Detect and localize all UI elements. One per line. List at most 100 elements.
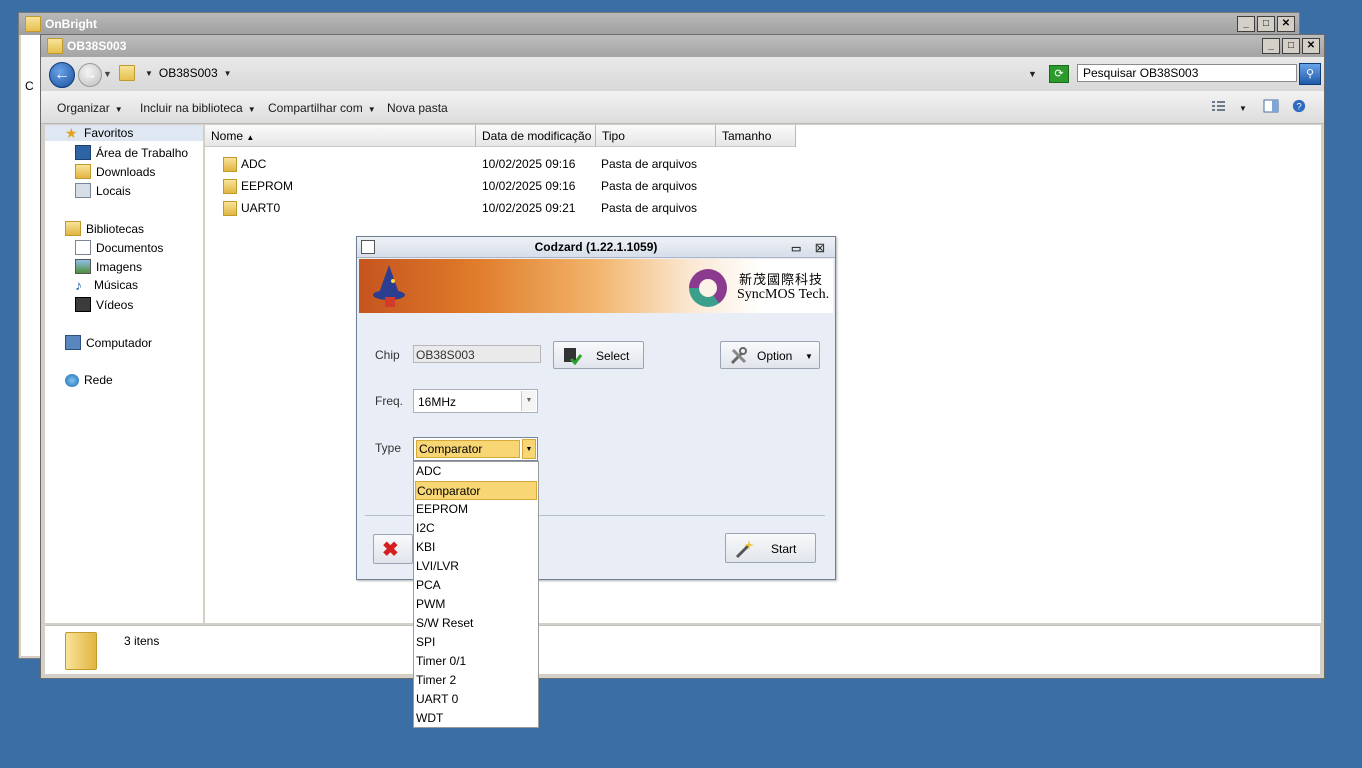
item-count: 3 itens (124, 634, 160, 648)
column-header-size[interactable]: Tamanho (716, 125, 796, 147)
view-dropdown-icon[interactable]: ▼ (1239, 104, 1247, 113)
type-dropdown-list: ADC Comparator EEPROM I2C KBI LVI/LVR PCA PWM S/… (413, 461, 539, 728)
table-row[interactable]: UART0 10/02/2025 09:21 Pasta de arquivos (205, 197, 705, 219)
include-in-library-button[interactable]: Incluir na biblioteca ▼ (140, 101, 256, 115)
table-row[interactable]: ADC 10/02/2025 09:16 Pasta de arquivos (205, 153, 705, 175)
start-label: Start (771, 542, 797, 556)
dropdown-option[interactable]: EEPROM (415, 500, 537, 519)
chip-select-icon (564, 348, 582, 366)
back-arrow-icon[interactable]: ← (49, 62, 75, 88)
dropdown-arrow-icon: ▼ (367, 105, 376, 114)
close-button[interactable]: ✕ (1277, 16, 1295, 32)
start-button[interactable]: Start (725, 533, 816, 563)
nav-places-label: Locais (96, 183, 131, 198)
search-input[interactable] (1077, 64, 1297, 82)
view-options-icon[interactable] (1211, 99, 1227, 113)
folder-icon (223, 201, 237, 216)
recent-places-icon (75, 183, 91, 198)
banner: 新茂國際科技 SyncMOS Tech. (359, 259, 833, 313)
nav-videos-label: Vídeos (96, 297, 134, 312)
file-name: EEPROM (241, 179, 294, 193)
organize-button[interactable]: Organizar ▼ (57, 101, 123, 115)
minimize-button[interactable]: _ (1262, 38, 1280, 54)
images-icon (75, 259, 91, 274)
close-icon[interactable]: ☒ (815, 239, 825, 259)
dropdown-option[interactable]: WDT (415, 709, 537, 728)
network-icon (65, 373, 79, 387)
share-with-button[interactable]: Compartilhar com ▼ (268, 101, 376, 115)
help-icon[interactable]: ? (1291, 99, 1307, 113)
dropdown-option[interactable]: LVI/LVR (415, 557, 537, 576)
breadcrumb-chevron-icon[interactable]: ▼ (224, 69, 232, 78)
dropdown-option[interactable]: Comparator (415, 481, 537, 500)
breadcrumb[interactable]: ▼ OB38S003 ▼ (119, 65, 232, 81)
breadcrumb-chevron-icon[interactable]: ▼ (145, 69, 153, 78)
dialog-title: Codzard (1.22.1.1059) (534, 240, 658, 254)
nav-music[interactable]: ♪ Músicas (75, 278, 138, 293)
freq-dropdown-icon[interactable]: ▼ (521, 391, 536, 411)
file-name: UART0 (241, 201, 281, 215)
command-bar: Organizar ▼ Incluir na biblioteca ▼ Compar… (41, 91, 1324, 124)
recent-pages-dropdown-icon[interactable]: ▼ (103, 69, 112, 79)
column-header-modified[interactable]: Data de modificação (476, 125, 596, 147)
dropdown-option[interactable]: SPI (415, 633, 537, 652)
search-icon[interactable]: ⚲ (1299, 63, 1321, 85)
nav-downloads-label: Downloads (96, 164, 156, 179)
syncmos-logo-icon (689, 269, 727, 307)
cancel-button[interactable]: ✖ (373, 534, 413, 564)
tools-icon (730, 347, 747, 365)
refresh-icon[interactable]: ⟳ (1049, 65, 1069, 83)
red-x-icon: ✖ (382, 539, 399, 561)
column-header-name[interactable]: Nome ▲ (205, 125, 476, 147)
dropdown-option[interactable]: PWM (415, 595, 537, 614)
minimize-icon[interactable]: ▭ (791, 239, 801, 259)
dropdown-option[interactable]: PCA (415, 576, 537, 595)
dialog-titlebar[interactable]: Codzard (1.22.1.1059) ▭ ☒ (357, 237, 835, 258)
dropdown-option[interactable]: UART 0 (415, 690, 537, 709)
minimize-button[interactable]: _ (1237, 16, 1255, 32)
breadcrumb-current[interactable]: OB38S003 (159, 66, 218, 80)
explorer-titlebar[interactable]: OB38S003 _ □ ✕ (41, 35, 1324, 57)
nav-images[interactable]: Imagens (75, 259, 142, 274)
forward-arrow-icon[interactable]: → (78, 63, 102, 87)
column-name-label: Nome (211, 129, 244, 143)
new-folder-button[interactable]: Nova pasta (387, 101, 448, 115)
nav-videos[interactable]: Vídeos (75, 297, 133, 312)
dropdown-option[interactable]: Timer 0/1 (415, 652, 537, 671)
nav-favorites[interactable]: ★ Favoritos (65, 126, 133, 141)
column-header-type[interactable]: Tipo (596, 125, 716, 147)
file-type: Pasta de arquivos (601, 179, 698, 193)
preview-pane-icon[interactable] (1263, 99, 1279, 113)
nav-libraries[interactable]: Bibliotecas (65, 221, 144, 236)
dropdown-option[interactable]: ADC (415, 462, 537, 481)
option-button[interactable]: Option ▼ (720, 341, 820, 369)
dropdown-option[interactable]: Timer 2 (415, 671, 537, 690)
nav-computer[interactable]: Computador (65, 335, 152, 350)
nav-computer-label: Computador (86, 335, 153, 350)
nav-places[interactable]: Locais (75, 183, 131, 198)
nav-downloads[interactable]: Downloads (75, 164, 155, 179)
brand-name-english: SyncMOS Tech. (737, 287, 830, 302)
address-history-dropdown-icon[interactable]: ▼ (1028, 69, 1037, 79)
type-dropdown-icon[interactable]: ▼ (522, 439, 536, 459)
dropdown-option[interactable]: KBI (415, 538, 537, 557)
freq-select[interactable]: 16MHz ▼ (413, 389, 538, 413)
nav-network[interactable]: Rede (65, 373, 113, 387)
nav-desktop[interactable]: Área de Trabalho (75, 145, 188, 160)
back-window-controls: _ □ ✕ (1237, 16, 1295, 32)
freq-value: 16MHz (418, 395, 457, 409)
maximize-button[interactable]: □ (1257, 16, 1275, 32)
close-button[interactable]: ✕ (1302, 38, 1320, 54)
folder-icon (47, 38, 63, 54)
back-window-titlebar[interactable]: OnBright _ □ ✕ (19, 13, 1299, 35)
dropdown-option[interactable]: I2C (415, 519, 537, 538)
nav-documents[interactable]: Documentos (75, 240, 163, 255)
dropdown-option[interactable]: S/W Reset (415, 614, 537, 633)
nav-desktop-label: Área de Trabalho (96, 145, 189, 160)
svg-text:?: ? (1296, 102, 1301, 113)
table-row[interactable]: EEPROM 10/02/2025 09:16 Pasta de arquivo… (205, 175, 705, 197)
type-select[interactable]: Comparator ▼ (413, 437, 538, 461)
folder-icon (65, 632, 97, 670)
maximize-button[interactable]: □ (1282, 38, 1300, 54)
select-button[interactable]: Select (553, 341, 644, 369)
